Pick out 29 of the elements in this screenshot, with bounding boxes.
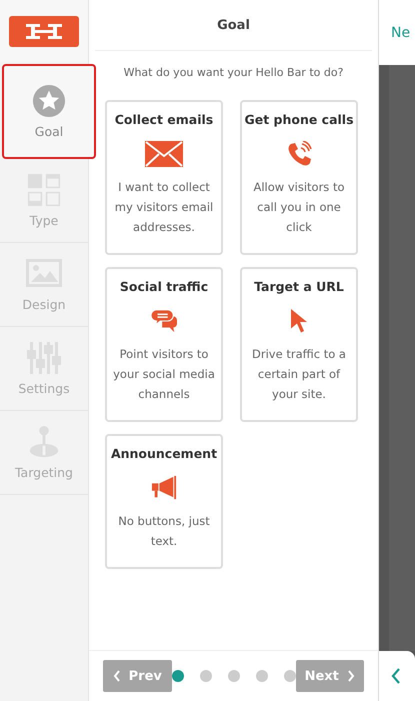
chevron-right-icon xyxy=(346,670,355,682)
chevron-left-icon xyxy=(112,670,121,682)
goal-card[interactable]: Collect emails I want to collect my visitors email addresses. xyxy=(105,100,223,255)
goal-card[interactable]: Target a URL Drive traffic to a certain part of your site. xyxy=(240,267,358,422)
question-text: What do you want your Hello Bar to do? xyxy=(122,66,344,79)
sidebar-tab[interactable]: Goal xyxy=(2,64,96,159)
phone-icon xyxy=(286,141,312,167)
panel-title: Goal xyxy=(217,18,250,32)
prev-button[interactable]: Prev xyxy=(103,660,172,692)
preview-tab[interactable]: Ne xyxy=(391,24,410,40)
step-dot[interactable] xyxy=(256,670,268,682)
sidebar-tab[interactable]: Type xyxy=(0,159,88,243)
goal-card[interactable]: Social traffic Point visitors to your social media channels xyxy=(105,267,223,422)
goal-card[interactable]: Announcement No buttons, just text. xyxy=(105,434,223,569)
next-button[interactable]: Next xyxy=(296,660,364,692)
collapse-button[interactable] xyxy=(379,651,415,701)
chevron-left-icon xyxy=(391,668,401,684)
step-dot[interactable] xyxy=(228,670,240,682)
sidebar-tab[interactable]: Design xyxy=(0,243,88,327)
sidebar-tab[interactable]: Targeting xyxy=(0,411,88,495)
step-dot[interactable] xyxy=(284,670,296,682)
logo-icon[interactable] xyxy=(9,16,79,46)
megaphone-icon xyxy=(151,475,177,501)
step-dot[interactable] xyxy=(172,670,184,682)
sidebar-tab[interactable]: Settings xyxy=(0,327,88,411)
step-dot[interactable] xyxy=(200,670,212,682)
goal-card[interactable]: Get phone calls Allow visitors to call you in one click xyxy=(240,100,358,255)
speech-bubbles-icon xyxy=(151,308,177,334)
envelope-icon xyxy=(145,141,183,167)
